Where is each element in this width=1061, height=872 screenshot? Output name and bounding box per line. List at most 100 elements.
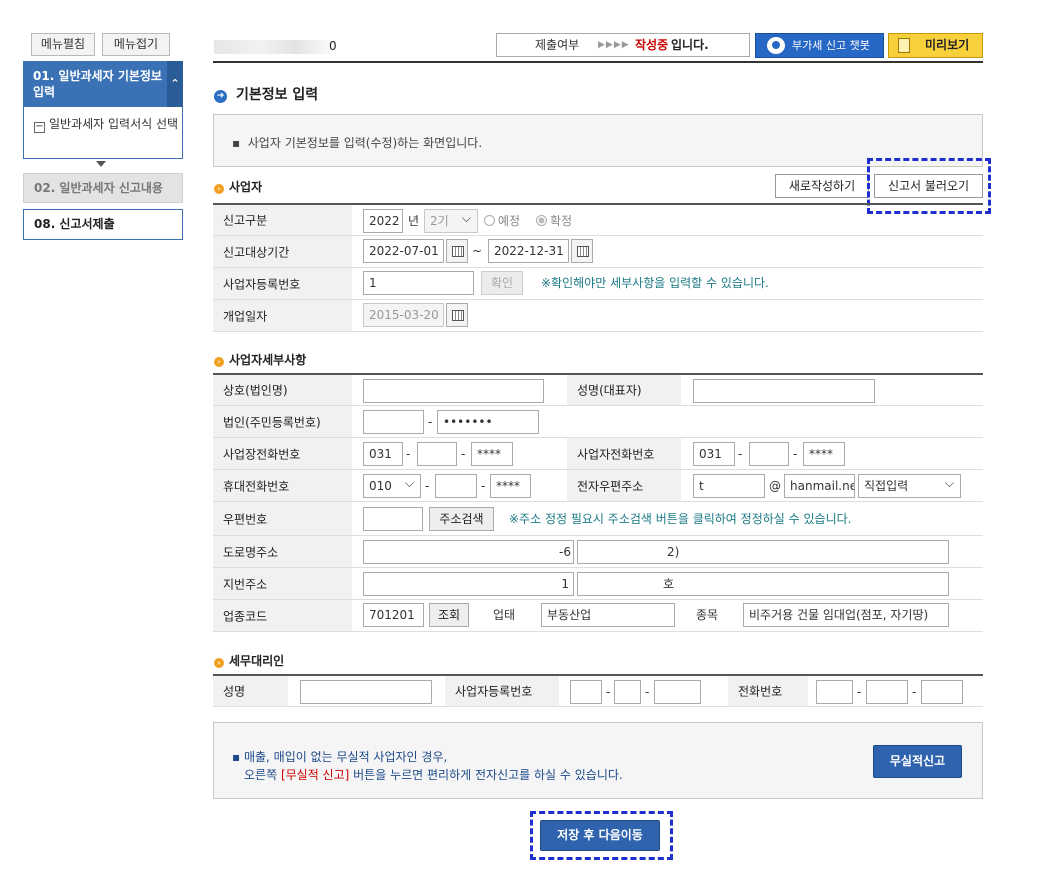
zero-report-line1: ▪ 매출, 매입이 없는 무실적 사업자인 경우, (232, 750, 448, 764)
bullet-icon: › (214, 357, 224, 367)
agent-name-label: 성명 (213, 676, 288, 706)
calendar-icon[interactable] (571, 239, 593, 263)
zero-line1-text: 매출, 매입이 없는 무실적 사업자인 경우, (243, 750, 448, 764)
zip-label: 우편번호 (213, 502, 352, 535)
email-at: @ (769, 479, 781, 493)
agent-name-field[interactable] (300, 680, 432, 704)
sidebar-step-submit[interactable]: 08. 신고서제출 (23, 209, 183, 240)
year-field[interactable]: 2022 (363, 209, 403, 233)
radio-scheduled[interactable]: 예정 (484, 209, 520, 233)
lookup-button[interactable]: 조회 (429, 603, 469, 627)
dash-separator: - (481, 479, 486, 493)
open-date-field[interactable]: 2015-03-20 (363, 303, 444, 327)
agent-phone-2-field[interactable] (866, 680, 908, 704)
menu-expand-button[interactable]: 메뉴펼침 (31, 33, 95, 56)
status-label: 제출여부 (535, 38, 580, 52)
row-mobile-email: 휴대전화번호 010 - - **** 전자우편주소 t @ hanmail.n… (213, 470, 983, 502)
trade-name-field[interactable] (363, 379, 544, 403)
email-user-field[interactable]: t (693, 474, 765, 498)
corp-no-second-field[interactable]: ••••••• (437, 410, 539, 434)
arrow-right-circle-icon: ➜ (214, 90, 227, 103)
arrow-down-icon (96, 161, 106, 167)
mobile-1-select[interactable]: 010 (363, 474, 421, 498)
zero-report-button[interactable]: 무실적신고 (873, 745, 962, 778)
biz-item-field[interactable]: 비주거용 건물 임대업(점포, 자기땅) (743, 603, 949, 627)
agent-phone-3-field[interactable] (921, 680, 963, 704)
trade-name-label: 상호(법인명) (213, 375, 352, 405)
lot-address-detail-field[interactable]: 호 (577, 572, 949, 596)
minus-box-icon: − (34, 121, 45, 133)
chevron-up-icon[interactable]: ⌃ (167, 61, 183, 107)
site-phone-2-field[interactable] (417, 442, 457, 466)
email-domain-field[interactable]: hanmail.ne (784, 474, 855, 498)
calendar-icon[interactable] (446, 239, 468, 263)
biz-item-label: 종목 (696, 608, 719, 622)
confirm-button[interactable]: 확인 (481, 271, 523, 295)
biz-phone-3-field[interactable]: **** (803, 442, 845, 466)
vat-chatbot-button[interactable]: 부가세 신고 챗봇 (755, 33, 884, 58)
mobile-3-field[interactable]: **** (490, 474, 531, 498)
rep-name-field[interactable] (693, 379, 875, 403)
new-write-button[interactable]: 새로작성하기 (775, 174, 869, 198)
sidebar-step-report-content[interactable]: 02. 일반과세자 신고내용 (23, 173, 183, 203)
registration-no-field[interactable]: 1 (363, 271, 474, 295)
row-corp-no: 법인(주민등록번호) - ••••••• (213, 406, 983, 438)
agent-regno-3-field[interactable] (654, 680, 701, 704)
radio-icon (484, 215, 495, 226)
masked-taxpayer-suffix: 0 (329, 39, 337, 53)
menu-collapse-button[interactable]: 메뉴접기 (102, 33, 170, 56)
dash-separator: - (912, 685, 917, 699)
dash-separator: - (606, 685, 611, 699)
biz-phone-2-field[interactable] (749, 442, 789, 466)
status-tail: 입니다. (671, 38, 709, 52)
row-report-period: 신고대상기간 2022-07-01 ~ 2022-12-31 (213, 236, 983, 268)
dash-separator: - (645, 685, 650, 699)
dash-separator: - (425, 479, 430, 493)
radio-scheduled-label: 예정 (498, 214, 521, 228)
radio-checked-icon (536, 215, 547, 226)
header-divider (213, 61, 983, 63)
zero-report-box: ▪ 매출, 매입이 없는 무실적 사업자인 경우, 오른쪽 [무실적 신고] 버… (213, 722, 983, 799)
industry-code-field[interactable]: 701201 (363, 603, 424, 627)
agent-regno-1-field[interactable] (570, 680, 602, 704)
chatbot-label: 부가세 신고 챗봇 (792, 39, 870, 52)
radio-final-label: 확정 (550, 214, 573, 228)
period-from-field[interactable]: 2022-07-01 (363, 239, 444, 263)
dash-separator: - (461, 447, 466, 461)
site-phone-3-field[interactable]: **** (471, 442, 513, 466)
mobile-2-field[interactable] (435, 474, 477, 498)
address-search-button[interactable]: 주소검색 (429, 507, 494, 531)
document-icon (898, 38, 910, 53)
period-tilde: ~ (472, 244, 483, 258)
road-address-field[interactable]: -6 (363, 540, 574, 564)
row-open-date: 개업일자 2015-03-20 (213, 300, 983, 332)
registration-no-label: 사업자등록번호 (213, 268, 352, 299)
email-domain-select[interactable]: 직접입력 (858, 474, 961, 498)
biz-type-field[interactable]: 부동산업 (541, 603, 675, 627)
email-label: 전자우편주소 (567, 470, 681, 501)
status-arrows: ▶▶▶▶ (598, 40, 630, 50)
agent-phone-1-field[interactable] (816, 680, 853, 704)
preview-button[interactable]: 미리보기 (888, 33, 983, 58)
biz-phone-1-field[interactable]: 031 (693, 442, 735, 466)
lot-address-field[interactable]: 1 (363, 572, 574, 596)
sidebar-step-basic-info[interactable]: 01. 일반과세자 기본정보 입력 ⌃ (23, 61, 183, 107)
corp-no-label: 법인(주민등록번호) (213, 406, 352, 437)
details-heading-text: 사업자세부사항 (229, 353, 307, 367)
period-select[interactable]: 2기 (424, 209, 478, 233)
info-text: ▪ 사업자 기본정보를 입력(수정)하는 화면입니다. (232, 136, 483, 150)
zip-field[interactable] (363, 507, 423, 531)
row-road-address: 도로명주소 -6 2) (213, 536, 983, 568)
report-period-label: 신고대상기간 (213, 236, 352, 267)
bullet-icon: › (214, 658, 224, 668)
sidebar-subitem-form-select[interactable]: − 일반과세자 입력서식 선택 (23, 107, 183, 159)
radio-final[interactable]: 확정 (536, 209, 572, 233)
agent-regno-2-field[interactable] (614, 680, 641, 704)
info-text-body: 사업자 기본정보를 입력(수정)하는 화면입니다. (247, 136, 483, 150)
road-address-detail-field[interactable]: 2) (577, 540, 949, 564)
period-to-field[interactable]: 2022-12-31 (488, 239, 569, 263)
calendar-icon[interactable] (446, 303, 468, 327)
site-phone-1-field[interactable]: 031 (363, 442, 403, 466)
corp-no-first-field[interactable] (363, 410, 424, 434)
business-section-heading: › 사업자 (214, 178, 262, 195)
